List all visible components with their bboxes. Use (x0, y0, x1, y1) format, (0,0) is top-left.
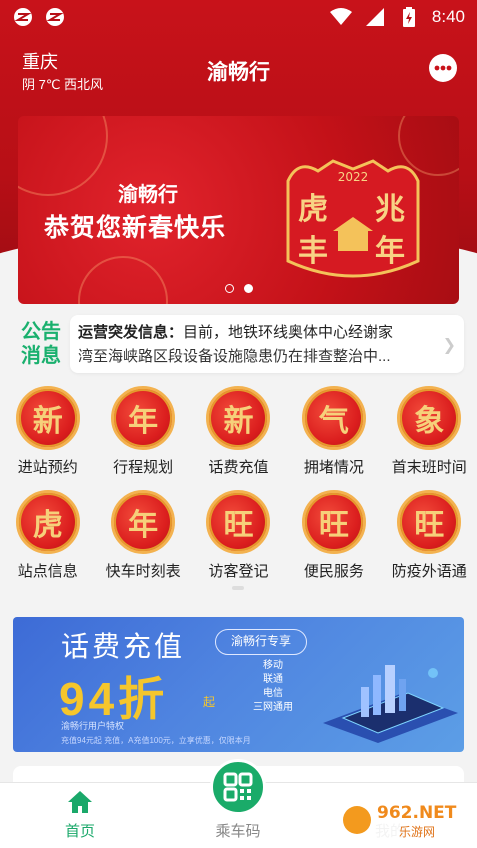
service-label: 访客登记 (208, 563, 269, 580)
ad-networks: 移动 联通 电信 三网通用 (253, 659, 293, 715)
grid-page-indicator (232, 586, 244, 590)
qr-code-icon (223, 772, 253, 802)
announcement-line1: 运营突发信息：目前，地铁环线奥体中心经谢家 (78, 321, 444, 345)
art-char: 虎 (298, 192, 328, 227)
badge-bottom: 消息 (21, 345, 61, 367)
banner-headline: 渝畅行 (118, 184, 178, 206)
site-watermark: 962.NET 乐游网 (337, 800, 473, 840)
network-label: 三网通用 (253, 702, 293, 713)
tiger-year-art: 2022 虎 兆 丰 年 (286, 159, 420, 278)
phone-city-illustration (323, 665, 458, 743)
ride-code-button[interactable] (210, 759, 266, 815)
service-trip-planning[interactable]: 年行程规划 (95, 386, 190, 480)
status-bar: 8:40 (0, 0, 477, 34)
page-title: 渝畅行 (207, 61, 270, 84)
app-header: 重庆 阴 7℃ 西北风 渝畅行 (0, 40, 477, 100)
nav-home[interactable]: 首页 (20, 783, 140, 848)
network-label: 电信 (263, 688, 283, 699)
chat-bubble-icon (434, 65, 452, 71)
carousel-indicator (18, 284, 459, 293)
service-icon: 旺 (397, 490, 462, 554)
service-grid: 新进站预约 年行程规划 新话费充值 气拥堵情况 象首末班时间 虎站点信息 年快车… (0, 386, 477, 584)
service-label: 首末班时间 (391, 459, 467, 476)
service-label: 拥堵情况 (303, 459, 364, 476)
recharge-ad-banner[interactable]: 话费充值 渝畅行专享 94折 起 移动 联通 电信 三网通用 渝畅行用户特权 充… (13, 617, 464, 752)
service-congestion[interactable]: 气拥堵情况 (286, 386, 381, 480)
promo-banner[interactable]: 渝畅行 恭贺您新春快乐 2022 虎 兆 丰 年 (18, 116, 459, 304)
art-year: 2022 (338, 170, 369, 184)
service-label: 话费充值 (208, 459, 269, 476)
service-icon: 年 (111, 490, 176, 554)
service-icon: 旺 (301, 490, 366, 554)
signal-icon (364, 6, 386, 28)
wifi-icon (329, 6, 352, 28)
service-icon: 年 (111, 386, 176, 450)
service-label: 便民服务 (303, 563, 364, 580)
service-label: 快车时刻表 (105, 563, 181, 580)
nav-ride-label: 乘车码 (215, 823, 261, 840)
service-express-timetable[interactable]: 年快车时刻表 (95, 490, 190, 584)
message-button[interactable] (429, 54, 457, 82)
service-icon: 虎 (15, 490, 80, 554)
app-root: 8:40 重庆 阴 7℃ 西北风 渝畅行 渝畅行 恭贺您新春快乐 2022 虎 … (0, 0, 477, 848)
decoration (78, 256, 168, 304)
service-station-info[interactable]: 虎站点信息 (0, 490, 95, 584)
ad-tag: 渝畅行专享 (215, 629, 307, 655)
watermark-sub: 乐游网 (399, 825, 435, 839)
service-label: 行程规划 (113, 459, 174, 476)
home-icon (68, 791, 92, 813)
notification-icon (44, 6, 66, 28)
announcement-badge: 公告 消息 (12, 320, 70, 368)
announcement-label: 运营突发信息： (78, 324, 184, 341)
art-char: 丰 (298, 234, 328, 269)
announcement-text-1: 目前，地铁环线奥体中心经谢家 (183, 324, 394, 341)
service-icon: 旺 (206, 490, 271, 554)
watermark-brand: 962.NET (377, 803, 457, 823)
art-char: 年 (375, 234, 405, 269)
announcement-box[interactable]: 运营突发信息：目前，地铁环线奥体中心经谢家 湾至海峡路区段设备设施隐患仍在排查整… (70, 315, 464, 373)
service-convenience[interactable]: 旺便民服务 (286, 490, 381, 584)
service-icon: 气 (301, 386, 366, 450)
chevron-right-icon: ❯ (442, 337, 456, 354)
service-icon: 新 (206, 386, 271, 450)
notification-icon (12, 6, 34, 28)
service-label: 站点信息 (17, 563, 78, 580)
banner-greeting: 恭贺您新春快乐 (44, 214, 227, 242)
announcement-text-2: 湾至海峡路区段设备设施隐患仍在排查整治中... (78, 348, 391, 365)
service-phone-recharge[interactable]: 新话费充值 (191, 386, 286, 480)
decoration (18, 116, 108, 196)
service-first-last-train[interactable]: 象首末班时间 (382, 386, 477, 480)
network-label: 联通 (263, 674, 283, 685)
carousel-dot-active[interactable] (243, 284, 253, 293)
service-icon: 新 (15, 386, 80, 450)
badge-top: 公告 (21, 321, 61, 343)
battery-icon (398, 6, 420, 28)
status-time: 8:40 (431, 7, 465, 26)
ad-fine-print: 充值94元起 充值，A充值100元，立享优惠，仅限本月 (61, 736, 251, 745)
ad-subtitle: 渝畅行用户特权 (61, 721, 125, 731)
announcement-bar[interactable]: 公告 消息 运营突发信息：目前，地铁环线奥体中心经谢家 湾至海峡路区段设备设施隐… (12, 314, 464, 374)
ad-title: 话费充值 (61, 631, 186, 662)
service-visitor-registration[interactable]: 旺访客登记 (191, 490, 286, 584)
service-label: 防疫外语通 (391, 563, 467, 580)
art-char: 兆 (375, 192, 405, 227)
nav-home-label: 首页 (64, 823, 95, 840)
service-entry-reservation[interactable]: 新进站预约 (0, 386, 95, 480)
service-label: 进站预约 (17, 459, 78, 476)
service-epidemic-language[interactable]: 旺防疫外语通 (382, 490, 477, 584)
service-icon: 象 (397, 386, 462, 450)
carousel-dot[interactable] (224, 284, 234, 293)
ad-suffix: 起 (203, 695, 216, 709)
network-label: 移动 (263, 660, 283, 671)
